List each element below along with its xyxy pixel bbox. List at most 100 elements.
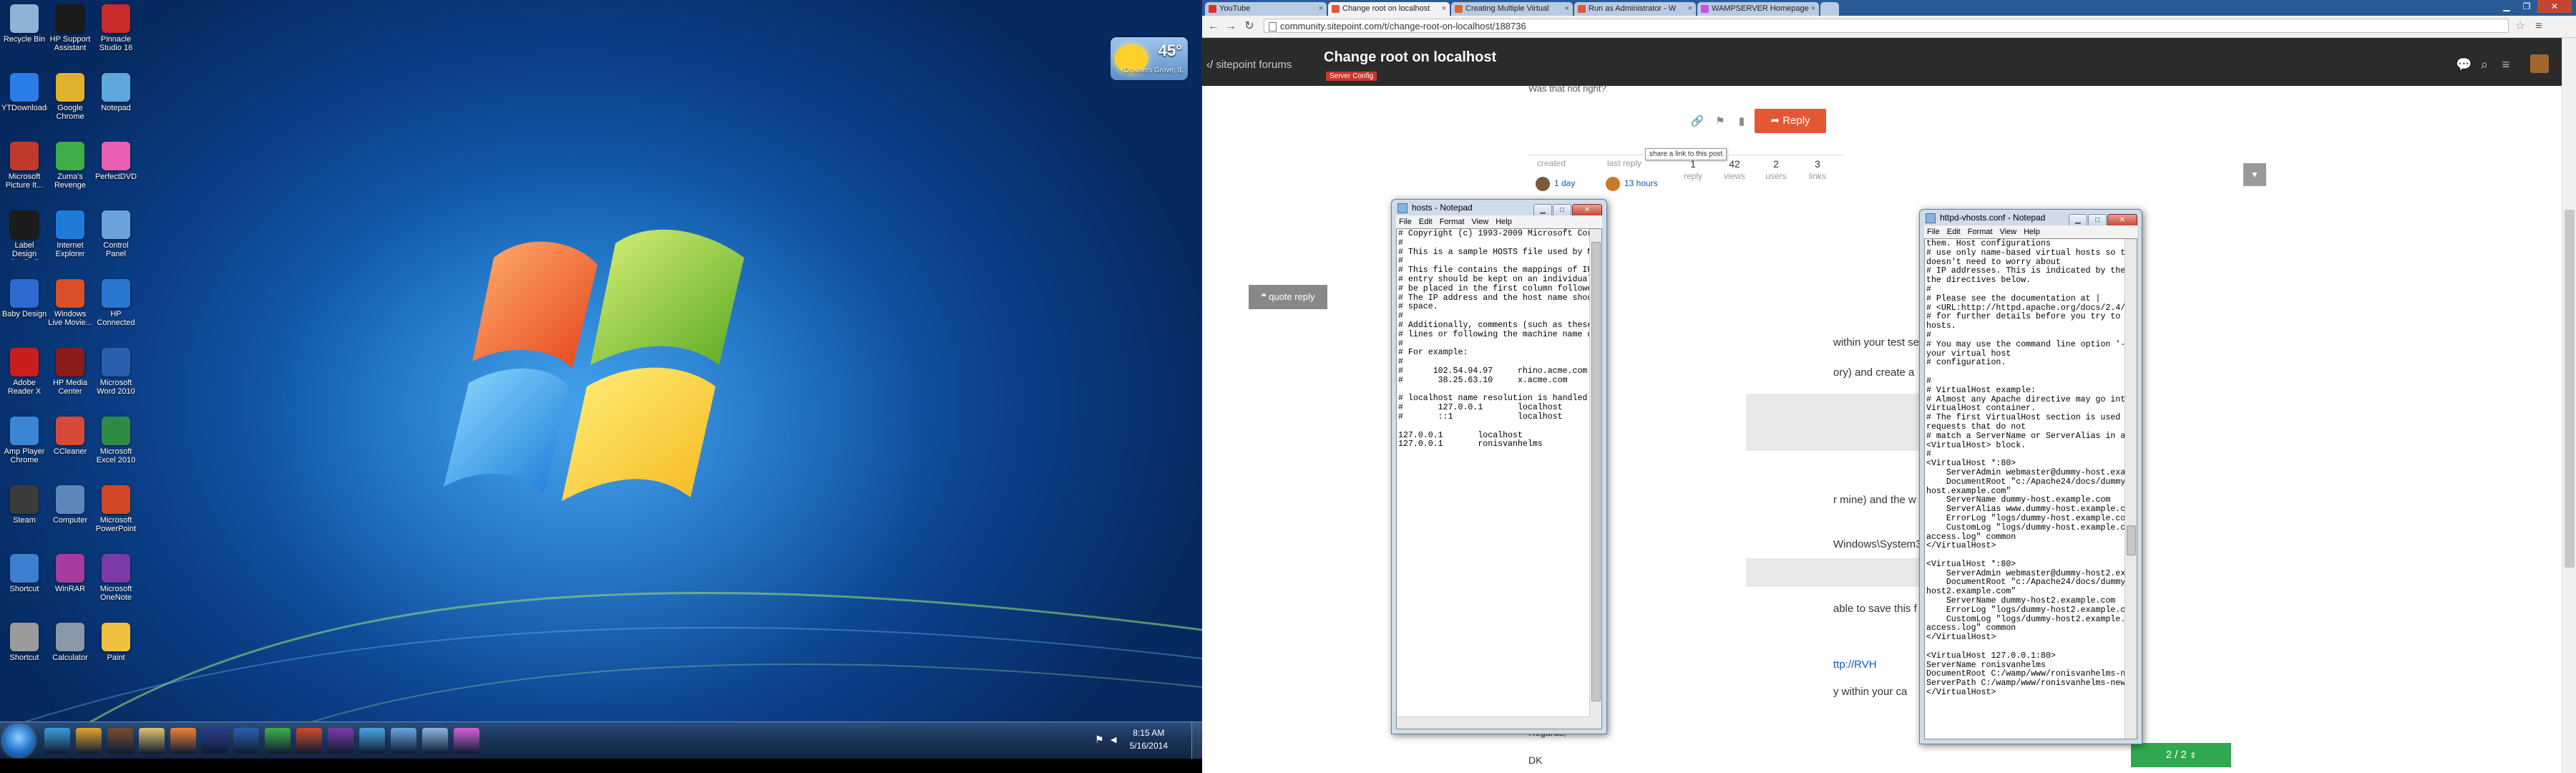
taskbar-app-icon[interactable] — [44, 728, 70, 754]
taskbar-app-icon[interactable] — [454, 728, 479, 754]
show-desktop-button[interactable] — [1191, 722, 1202, 759]
taskbar-app-icon[interactable] — [265, 728, 291, 754]
text-editor[interactable]: # Copyright (c) 1993-2009 Microsoft Corp… — [1396, 228, 1602, 729]
taskbar-app-icon[interactable] — [359, 728, 385, 754]
new-tab-button[interactable] — [1820, 2, 1839, 16]
created-value[interactable]: 1 day — [1554, 178, 1575, 188]
desktop-icon[interactable]: Steam — [1, 485, 47, 535]
taskbar-app-icon[interactable] — [107, 728, 133, 754]
menu-view[interactable]: View — [1472, 218, 1489, 226]
vertical-scrollbar[interactable] — [1589, 229, 1601, 729]
scrollbar-thumb[interactable] — [1591, 242, 1601, 701]
restore-icon[interactable]: ❐ — [2517, 0, 2536, 13]
text-editor[interactable]: them. Host configurations # use only nam… — [1924, 238, 2137, 739]
taskbar-app-icon[interactable] — [328, 728, 353, 754]
desktop-icon[interactable]: YTDownloader — [1, 73, 47, 122]
search-icon[interactable]: ⌕ — [2477, 57, 2492, 72]
bookmark-icon[interactable]: ▮ — [1733, 113, 1750, 130]
scrollbar-thumb[interactable] — [2565, 210, 2575, 568]
vertical-scrollbar[interactable] — [2124, 239, 2137, 739]
desktop-icon[interactable]: WinRAR — [47, 554, 93, 603]
taskbar-app-icon[interactable] — [202, 728, 228, 754]
tab-wampserver[interactable]: WAMPSERVER Homepage × — [1697, 2, 1819, 16]
hamburger-menu-icon[interactable]: ≡ — [2499, 57, 2513, 72]
sitepoint-logo[interactable]: ‹/ sitepoint forums — [1206, 59, 1292, 71]
taskbar-app-icon[interactable] — [296, 728, 322, 754]
last-reply-value[interactable]: 13 hours — [1624, 178, 1658, 188]
address-bar[interactable]: community.sitepoint.com/t/change-root-on… — [1264, 19, 2509, 33]
close-tab-icon[interactable]: × — [1811, 2, 1815, 16]
desktop-icon[interactable]: Windows Live Movie... — [47, 279, 93, 329]
menu-format[interactable]: Format — [1440, 218, 1465, 226]
tab-change-root[interactable]: Change root on localhost × — [1328, 2, 1450, 16]
post-link[interactable]: ttp://RVH — [1833, 658, 1877, 671]
bookmark-star-icon[interactable]: ☆ — [2513, 19, 2527, 34]
weather-gadget[interactable]: 45° Downers Grove, IL — [1111, 37, 1188, 80]
desktop-icon[interactable]: Shortcut — [1, 554, 47, 603]
forward-icon[interactable]: → — [1224, 19, 1238, 34]
tab-youtube[interactable]: YouTube × — [1205, 2, 1327, 16]
scrollbar-thumb[interactable] — [2127, 525, 2136, 555]
desktop-icon[interactable]: Shortcut — [1, 623, 47, 672]
category-badge[interactable]: Server Config — [1326, 72, 1377, 81]
desktop-icon[interactable]: PerfectDVD — [93, 142, 139, 191]
desktop-icon[interactable]: Amp Player Chrome — [1, 417, 47, 466]
menu-edit[interactable]: Edit — [1419, 218, 1433, 226]
close-tab-icon[interactable]: × — [1319, 2, 1323, 16]
menu-file[interactable]: File — [1399, 218, 1412, 226]
desktop-icon[interactable]: Microsoft OneNote — [93, 554, 139, 603]
tab-multiple-virtual[interactable]: Creating Multiple Virtual × — [1451, 2, 1573, 16]
desktop-icon[interactable]: Pinnacle Studio 16 — [93, 4, 139, 54]
taskbar-app-icon[interactable] — [139, 728, 165, 754]
desktop-icon[interactable]: Microsoft PowerPoint — [93, 485, 139, 535]
desktop-icon[interactable]: Zuma's Revenge — [47, 142, 93, 191]
menu-view[interactable]: View — [2000, 228, 2017, 236]
taskbar-app-icon[interactable] — [170, 728, 196, 754]
horizontal-scrollbar[interactable] — [1397, 716, 1590, 729]
desktop-icon[interactable]: Google Chrome — [47, 73, 93, 122]
menu-file[interactable]: File — [1927, 228, 1940, 236]
desktop-icon[interactable]: Label Design Studio 5 — [1, 210, 47, 260]
desktop-icon[interactable]: Adobe Reader X — [1, 348, 47, 397]
window-titlebar[interactable]: httpd-vhosts.conf - Notepad ▁ □ ✕ — [1920, 210, 2142, 227]
window-titlebar[interactable]: hosts - Notepad ▁ □ ✕ — [1392, 200, 1606, 217]
desktop-icon[interactable]: Paint — [93, 623, 139, 672]
desktop-icon[interactable]: Internet Explorer — [47, 210, 93, 260]
menu-help[interactable]: Help — [1496, 218, 1512, 226]
reload-icon[interactable]: ↻ — [1242, 19, 1257, 34]
taskbar-app-icon[interactable] — [422, 728, 448, 754]
reply-button[interactable]: ➦ Reply — [1755, 109, 1826, 133]
back-icon[interactable]: ← — [1206, 19, 1221, 34]
share-link-icon[interactable]: 🔗 — [1689, 113, 1706, 130]
desktop-icon[interactable]: CCleaner — [47, 417, 93, 466]
desktop-icon[interactable]: Baby Design — [1, 279, 47, 329]
flag-icon[interactable]: ⚑ — [1712, 113, 1729, 130]
clock[interactable]: 8:15 AM 5/16/2014 — [1130, 726, 1168, 752]
menu-format[interactable]: Format — [1968, 228, 1993, 236]
tab-run-as-admin[interactable]: Run as Administrator - W × — [1574, 2, 1696, 16]
taskbar-app-icon[interactable] — [76, 728, 102, 754]
desktop-icon[interactable]: Microsoft Word 2010 — [93, 348, 139, 397]
desktop-icon[interactable]: HP Media Center — [47, 348, 93, 397]
user-avatar[interactable] — [2530, 54, 2549, 73]
desktop-icon[interactable]: HP Connected — [93, 279, 139, 329]
topic-title[interactable]: Change root on localhost — [1324, 49, 1496, 66]
close-tab-icon[interactable]: × — [1688, 2, 1692, 16]
desktop-icon[interactable]: Recycle Bin — [1, 4, 47, 54]
close-icon[interactable]: ✕ — [2537, 0, 2572, 13]
taskbar-app-icon[interactable] — [391, 728, 416, 754]
menu-icon[interactable]: ≡ — [2532, 19, 2546, 34]
close-tab-icon[interactable]: × — [1565, 2, 1569, 16]
desktop-icon[interactable]: Microsoft Picture It... — [1, 142, 47, 191]
quote-reply-button[interactable]: ❝ quote reply — [1249, 285, 1327, 309]
post-progress-indicator[interactable]: 2 / 2 ⇕ — [2131, 743, 2231, 767]
desktop-icon[interactable]: Computer — [47, 485, 93, 535]
close-tab-icon[interactable]: × — [1442, 2, 1446, 16]
avatar[interactable] — [1606, 177, 1620, 191]
desktop-icon[interactable]: Control Panel — [93, 210, 139, 260]
page-scrollbar[interactable] — [2562, 38, 2576, 773]
desktop-icon[interactable]: Calculator — [47, 623, 93, 672]
menu-help[interactable]: Help — [2024, 228, 2040, 236]
action-center-icon[interactable]: ⚑ — [1095, 734, 1108, 747]
start-button[interactable] — [3, 725, 34, 757]
